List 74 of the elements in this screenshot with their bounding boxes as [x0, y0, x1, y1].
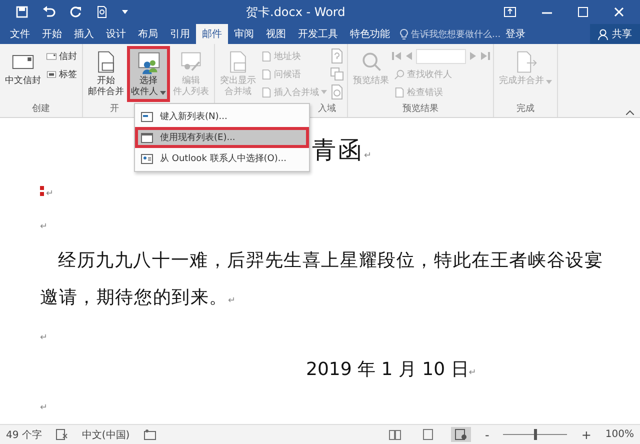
match-fields-icon	[330, 66, 344, 82]
ribbon-tab[interactable]: 邮件	[196, 24, 228, 44]
zoom-slider-thumb[interactable]	[534, 429, 538, 440]
ribbon-display-icon	[504, 7, 516, 17]
proofing-icon	[56, 429, 68, 440]
macro-icon	[144, 429, 156, 440]
ribbon-button[interactable]: 信封	[44, 48, 79, 64]
menu-item[interactable]: 键入新列表(N)...	[135, 106, 309, 127]
date-text: 2019 年 1 月 10 日↵	[306, 358, 476, 382]
tell-me-field[interactable]: 告诉我您想要做什么...	[400, 24, 501, 44]
ribbon-tab[interactable]: 插入	[68, 24, 100, 44]
undo-icon	[42, 6, 56, 18]
sign-in-link[interactable]: 登录	[500, 24, 531, 44]
group-label: 开	[110, 103, 119, 116]
ribbon-tab[interactable]: 设计	[100, 24, 132, 44]
language-indicator[interactable]: 中文(中国)	[82, 428, 130, 442]
ribbon-tab[interactable]: 布局	[132, 24, 164, 44]
ribbon-tab[interactable]: 引用	[164, 24, 196, 44]
menu-item[interactable]: 从 Outlook 联系人中选择(O)...	[135, 148, 309, 169]
ribbon-button[interactable]: 标签	[44, 66, 79, 82]
paragraph-mark: ↵	[40, 332, 48, 345]
ribbon-button[interactable]: 中文信封	[3, 46, 43, 102]
close-icon	[614, 7, 624, 17]
body-paragraph: 经历九九八十一难，后羿先生喜上星耀段位，特此在王者峡谷设宴邀请，期待您的到来。↵	[40, 249, 604, 310]
zoom-out-button[interactable]: -	[485, 428, 490, 442]
caret-icon	[122, 10, 128, 14]
new-list-icon	[141, 112, 153, 122]
save-icon	[16, 6, 28, 18]
search-icon	[394, 68, 405, 80]
menu-item[interactable]: 使用现有列表(E)...	[135, 127, 309, 148]
ribbon-button[interactable]: 开始 邮件合并	[86, 46, 126, 102]
word-count[interactable]: 49 个字	[6, 428, 42, 442]
ribbon-tab[interactable]: 开发工具	[292, 24, 344, 44]
zoom-level[interactable]: 100%	[605, 429, 634, 440]
paragraph-mark: ↵	[40, 221, 48, 234]
web-layout-button[interactable]	[451, 427, 471, 442]
people-icon	[136, 51, 160, 75]
paragraph-mark: ↵	[40, 176, 54, 209]
previous-record-icon	[405, 51, 413, 61]
page-icon	[261, 86, 272, 98]
window-title: 贺卡.docx - Word	[246, 4, 346, 20]
group-label: 预览结果	[402, 103, 438, 116]
person-icon	[598, 28, 609, 40]
ribbon-tab[interactable]: 开始	[36, 24, 68, 44]
rules-icon	[330, 48, 344, 64]
group-label: 入域	[318, 103, 336, 116]
share-button[interactable]: 共享	[590, 24, 640, 44]
page-icon	[261, 68, 272, 80]
collapse-ribbon-button[interactable]	[626, 110, 634, 115]
label-icon	[46, 68, 57, 80]
group-label: 创建	[32, 103, 50, 116]
envelope-icon	[46, 50, 57, 62]
format-mark-icon	[40, 186, 44, 196]
maximize-icon	[578, 7, 588, 17]
page-icon	[394, 86, 405, 98]
next-record-icon	[469, 51, 477, 61]
window-icon	[141, 132, 153, 142]
page-icon	[261, 50, 272, 62]
group-label: 完成	[516, 103, 534, 116]
lightbulb-icon	[400, 28, 408, 40]
ribbon-tab[interactable]: 文件	[4, 24, 36, 44]
print-preview-icon	[96, 6, 108, 18]
ribbon-button[interactable]: 选择 收件人	[127, 46, 170, 102]
contact-card-icon	[141, 154, 153, 164]
first-record-icon	[392, 51, 402, 61]
ribbon-tab[interactable]: 审阅	[228, 24, 260, 44]
ribbon-tab[interactable]: 特色功能	[344, 24, 396, 44]
update-labels-icon	[330, 84, 344, 100]
last-record-icon	[480, 51, 490, 61]
paragraph-mark: ↵	[40, 402, 48, 415]
zoom-in-button[interactable]: +	[581, 428, 592, 442]
ribbon-tab[interactable]: 视图	[260, 24, 292, 44]
redo-icon	[70, 6, 82, 18]
document-title: 青函↵	[312, 135, 372, 166]
